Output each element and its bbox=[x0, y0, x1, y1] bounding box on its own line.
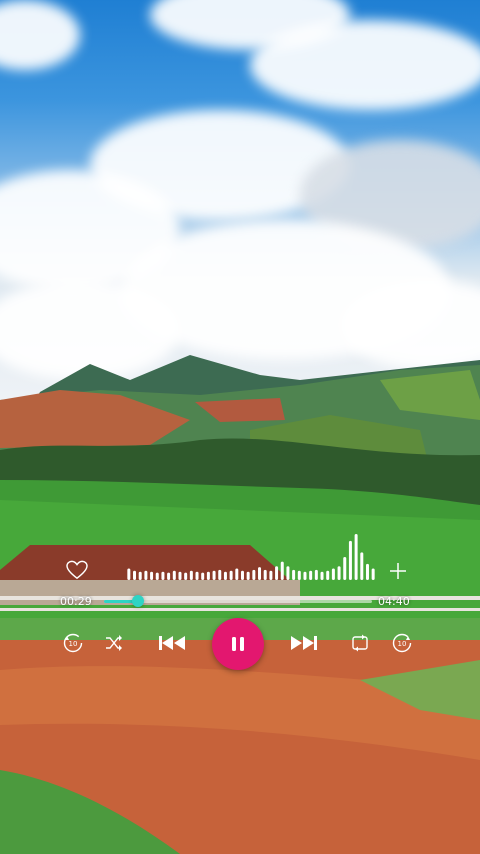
waveform-bar bbox=[178, 571, 182, 580]
cloud bbox=[250, 20, 480, 110]
waveform-bar bbox=[269, 570, 273, 580]
waveform-bar bbox=[167, 572, 171, 580]
waveform-bar bbox=[223, 571, 227, 580]
waveform-bar bbox=[331, 568, 335, 580]
waveform-bar bbox=[212, 570, 216, 580]
waveform-bar bbox=[133, 570, 137, 580]
waveform-bar bbox=[303, 571, 307, 580]
waveform-bar bbox=[337, 566, 341, 580]
waveform-bar bbox=[172, 570, 176, 580]
waveform-bar bbox=[275, 566, 279, 580]
waveform-bar bbox=[201, 572, 205, 580]
forward-10-icon: 10 bbox=[392, 633, 412, 653]
waveform-bar bbox=[314, 569, 318, 580]
rewind-10-button[interactable]: 10 bbox=[62, 632, 84, 654]
waveform-bar bbox=[365, 563, 369, 580]
svg-text:10: 10 bbox=[69, 640, 78, 648]
waveform-bar bbox=[184, 572, 188, 580]
waveform-bar bbox=[343, 557, 347, 580]
waveform-bar bbox=[229, 570, 233, 580]
total-time: 04:40 bbox=[378, 595, 410, 608]
forward-10-button[interactable]: 10 bbox=[391, 632, 413, 654]
waveform-bar bbox=[286, 566, 290, 580]
waveform-bar bbox=[150, 571, 154, 580]
waveform-bar bbox=[155, 572, 159, 580]
waveform-bar bbox=[195, 571, 199, 580]
waveform-bar bbox=[354, 534, 358, 580]
music-player-controls: 00:29 04:40 10 10 bbox=[0, 530, 480, 670]
heart-icon[interactable] bbox=[66, 560, 88, 580]
waveform-bar bbox=[235, 568, 239, 580]
shuffle-button[interactable] bbox=[104, 633, 124, 653]
waveform-bar bbox=[326, 570, 330, 580]
waveform-bar bbox=[320, 571, 324, 580]
waveform-bar bbox=[292, 569, 296, 580]
waveform-bar bbox=[218, 569, 222, 580]
waveform-bar bbox=[297, 570, 301, 580]
pause-button[interactable] bbox=[212, 618, 264, 670]
next-button[interactable] bbox=[290, 633, 318, 653]
skip-next-icon bbox=[291, 636, 317, 650]
waveform-bar bbox=[138, 571, 142, 580]
progress-track[interactable] bbox=[104, 600, 372, 603]
waveform-bar bbox=[144, 570, 148, 580]
waveform-bar bbox=[348, 540, 352, 580]
waveform-bar bbox=[206, 571, 210, 580]
audio-waveform bbox=[127, 534, 375, 580]
repeat-button[interactable] bbox=[350, 633, 370, 653]
waveform-bar bbox=[360, 552, 364, 580]
waveform-bar bbox=[127, 568, 131, 580]
plus-icon[interactable] bbox=[388, 561, 408, 581]
progress-thumb[interactable] bbox=[132, 595, 145, 607]
current-time: 00:29 bbox=[60, 595, 92, 608]
rewind-10-icon: 10 bbox=[63, 633, 83, 653]
waveform-row bbox=[0, 530, 480, 580]
waveform-bar bbox=[371, 568, 375, 580]
waveform-bar bbox=[240, 570, 244, 580]
svg-text:10: 10 bbox=[398, 640, 407, 648]
pause-icon bbox=[232, 637, 244, 651]
waveform-bar bbox=[189, 570, 193, 580]
waveform-bar bbox=[161, 571, 165, 580]
skip-previous-icon bbox=[159, 636, 185, 650]
background-landscape-image bbox=[0, 0, 480, 854]
waveform-bar bbox=[258, 567, 262, 580]
repeat-icon bbox=[352, 634, 368, 652]
previous-button[interactable] bbox=[158, 633, 186, 653]
waveform-bar bbox=[263, 569, 267, 580]
waveform-bar bbox=[246, 571, 250, 580]
shuffle-icon bbox=[106, 635, 122, 651]
waveform-bar bbox=[309, 570, 313, 580]
waveform-bar bbox=[252, 569, 256, 580]
waveform-bar bbox=[280, 561, 284, 580]
